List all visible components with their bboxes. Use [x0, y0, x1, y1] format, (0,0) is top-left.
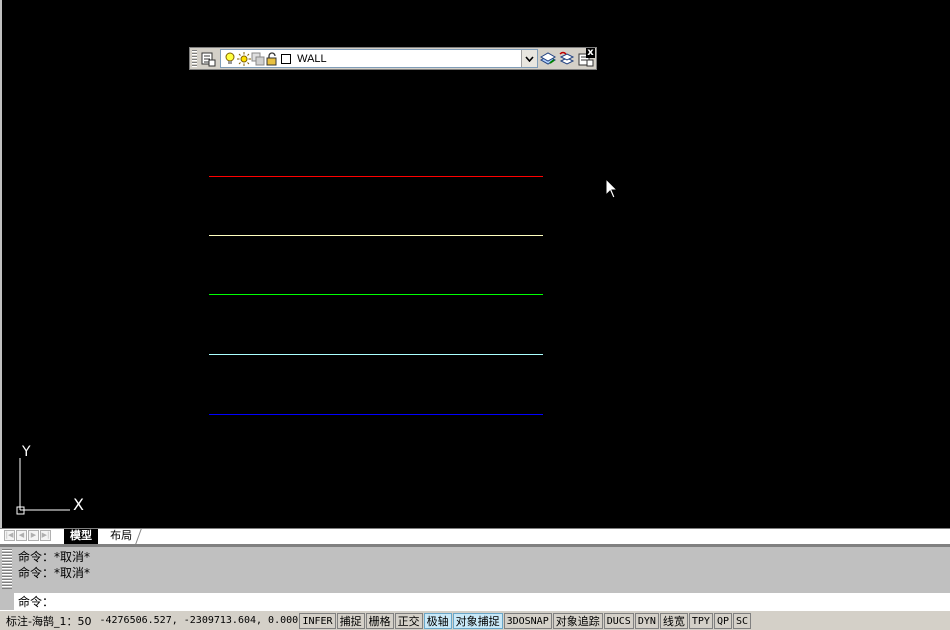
layer-dropdown[interactable]: WALL: [220, 49, 539, 68]
first-tab-arrow-icon[interactable]: |◀: [4, 530, 15, 541]
drawing-line-cyan[interactable]: [209, 354, 543, 355]
annotation-scale[interactable]: 标注-海鹄_1：50: [0, 613, 91, 629]
viewport-freeze-icon[interactable]: [251, 51, 265, 67]
mouse-cursor-icon: [605, 177, 619, 204]
command-window: 命令：*取消* 命令：*取消* 命令：: [0, 544, 950, 611]
drawing-line-blue[interactable]: [209, 414, 543, 415]
toggle-sc[interactable]: SC: [733, 612, 752, 629]
last-tab-arrow-icon[interactable]: ▶|: [40, 530, 51, 541]
dropdown-arrow-icon[interactable]: [521, 50, 538, 67]
toggle-lineweight[interactable]: 线宽: [659, 612, 688, 629]
toggle-3dosnap[interactable]: 3DOSNAP: [503, 612, 552, 629]
sun-icon[interactable]: [237, 51, 252, 67]
layout-tabs-bar: |◀ ◀ ▶ ▶| 模型 布局: [0, 528, 950, 544]
coordinate-readout[interactable]: -4276506.527, -2309713.604, 0.000: [91, 615, 299, 626]
toggle-dyn[interactable]: DYN: [634, 612, 659, 629]
command-history-line: 命令：*取消*: [18, 550, 91, 564]
toggle-polar[interactable]: 极轴: [423, 612, 452, 629]
ucs-x-label: X: [73, 495, 84, 514]
layer-manager-icon[interactable]: [199, 49, 218, 68]
close-icon[interactable]: x: [586, 48, 595, 58]
lock-icon[interactable]: [265, 51, 279, 67]
toolbar-grip[interactable]: [192, 50, 197, 67]
prev-tab-arrow-icon[interactable]: ◀: [16, 530, 27, 541]
command-window-grip[interactable]: [2, 549, 12, 589]
toggle-otrack[interactable]: 对象追踪: [552, 612, 603, 629]
drawing-line-green[interactable]: [209, 294, 543, 295]
color-swatch-icon[interactable]: [279, 51, 293, 67]
command-input[interactable]: 命令：: [14, 593, 950, 611]
drawing-canvas[interactable]: WALL x Y X: [0, 0, 950, 528]
toggle-ortho[interactable]: 正交: [394, 612, 423, 629]
tab-model[interactable]: 模型: [64, 529, 98, 544]
next-tab-arrow-icon[interactable]: ▶: [28, 530, 39, 541]
ucs-y-label: Y: [21, 444, 31, 460]
toggle-snap[interactable]: 捕捉: [336, 612, 365, 629]
command-history-line: 命令：*取消*: [18, 566, 91, 580]
current-layer-name: WALL: [297, 52, 327, 65]
toggle-qp[interactable]: QP: [713, 612, 732, 629]
toggle-infer[interactable]: INFER: [299, 612, 336, 629]
status-bar: 标注-海鹄_1：50 -4276506.527, -2309713.604, 0…: [0, 610, 950, 630]
command-prompt: 命令：: [18, 595, 55, 609]
tab-layout[interactable]: 布局: [101, 529, 142, 544]
toggle-tpy[interactable]: TPY: [688, 612, 713, 629]
toggle-ducs[interactable]: DUCS: [603, 612, 634, 629]
tab-layout-label: 布局: [110, 529, 133, 542]
ucs-icon: Y X: [12, 438, 92, 522]
layer-toolbar: WALL x: [189, 47, 597, 70]
drawing-line-red[interactable]: [209, 176, 543, 177]
command-history: 命令：*取消* 命令：*取消*: [18, 549, 90, 581]
make-current-icon[interactable]: [538, 49, 557, 68]
bulb-icon[interactable]: [223, 51, 237, 67]
layer-previous-icon[interactable]: [557, 49, 576, 68]
toggle-grid[interactable]: 栅格: [365, 612, 394, 629]
toggle-osnap[interactable]: 对象捕捉: [452, 612, 503, 629]
drawing-line-white[interactable]: [209, 235, 543, 236]
